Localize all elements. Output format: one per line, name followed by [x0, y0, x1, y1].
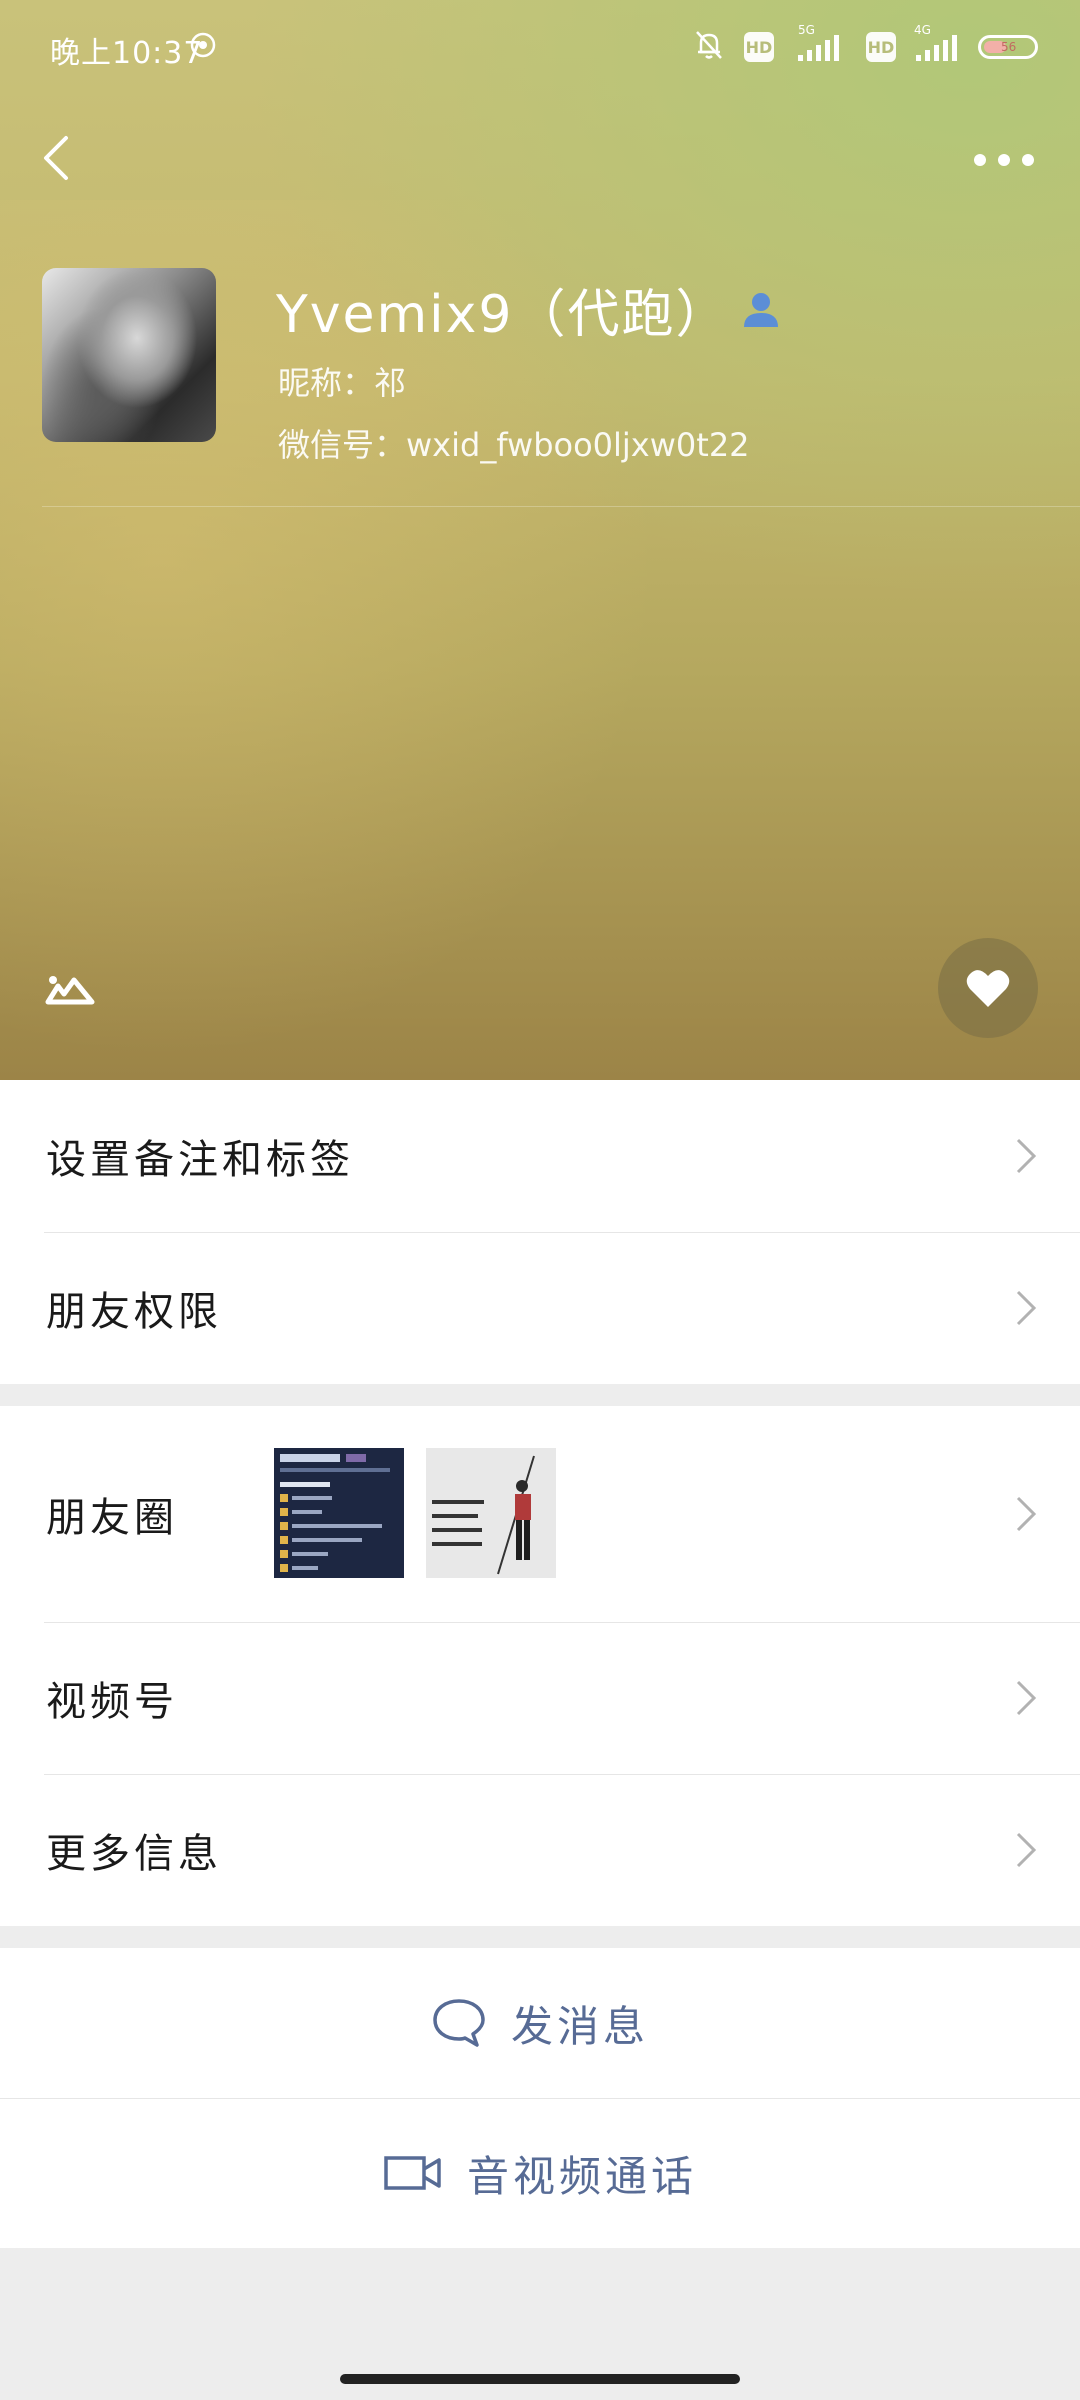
- person-icon: [743, 292, 778, 327]
- list-item-label: 朋友权限: [46, 1289, 222, 1335]
- nickname: 昵称：祁: [278, 364, 407, 402]
- status-bar: 晚上10:37 HD 5G HD 4G 56: [0, 0, 1080, 96]
- battery-icon: 56: [978, 35, 1038, 59]
- list-item-label: 朋友圈: [46, 1495, 178, 1541]
- like-button[interactable]: [938, 938, 1038, 1038]
- video-call-label: 音视频通话: [466, 2151, 697, 2201]
- chat-bubble-icon: [433, 1999, 485, 2047]
- battery-percent: 56: [1001, 40, 1017, 54]
- chevron-right-icon: [1016, 1290, 1037, 1326]
- back-button[interactable]: [30, 128, 90, 188]
- moments-thumbnail[interactable]: [274, 1448, 404, 1578]
- video-camera-icon: [384, 2156, 441, 2190]
- list-item-remark-tags[interactable]: 设置备注和标签: [0, 1080, 1080, 1232]
- avatar[interactable]: [42, 268, 216, 442]
- brand-logo-icon: [45, 976, 95, 1005]
- heart-icon: [966, 970, 1010, 1007]
- send-message-label: 发消息: [510, 2001, 649, 2051]
- status-time: 晚上10:37: [50, 36, 204, 71]
- signal-4g-icon: 4G: [914, 23, 960, 63]
- signal-5g-icon: 5G: [792, 23, 848, 63]
- profile-name-line: Yvemix9（代跑）: [276, 272, 784, 347]
- profile-info-group: 朋友圈 视频号 更多信息: [0, 1406, 1080, 1926]
- send-message-button[interactable]: 发消息: [0, 1948, 1080, 2098]
- mute-bell-icon: [692, 28, 726, 66]
- chevron-left-icon: [44, 136, 68, 180]
- chevron-right-icon: [1016, 1832, 1037, 1868]
- list-item-channels[interactable]: 视频号: [0, 1622, 1080, 1774]
- list-item-label: 视频号: [46, 1679, 178, 1725]
- moments-thumbnail[interactable]: [426, 1448, 556, 1578]
- status-icons: HD 5G HD 4G 56: [692, 23, 1038, 66]
- wechat-id: 微信号：wxid_fwboo0ljxw0t22: [278, 426, 750, 464]
- more-horizontal-icon: [974, 154, 1034, 166]
- action-group: 发消息 音视频通话: [0, 1948, 1080, 2248]
- home-indicator[interactable]: [340, 2374, 740, 2384]
- chevron-right-icon: [1016, 1138, 1037, 1174]
- chevron-right-icon: [1016, 1680, 1037, 1716]
- chevron-right-icon: [1016, 1496, 1037, 1532]
- settings-group: 设置备注和标签 朋友权限: [0, 1080, 1080, 1384]
- notification-app-icon: [188, 30, 218, 64]
- hd-badge-2: HD: [866, 32, 896, 62]
- list-item-friend-permissions[interactable]: 朋友权限: [0, 1232, 1080, 1384]
- profile-name: Yvemix9（代跑）: [276, 285, 730, 345]
- list-item-more-info[interactable]: 更多信息: [0, 1774, 1080, 1926]
- profile-header: 晚上10:37 HD 5G HD 4G 56 Yvemix9（代跑） 昵称：祁 …: [0, 0, 1080, 1080]
- header-divider: [42, 506, 1080, 507]
- hd-badge: HD: [744, 32, 774, 62]
- more-options-button[interactable]: [964, 140, 1044, 180]
- list-item-label: 设置备注和标签: [46, 1137, 354, 1183]
- video-call-button[interactable]: 音视频通话: [0, 2098, 1080, 2248]
- list-item-moments[interactable]: 朋友圈: [0, 1406, 1080, 1622]
- list-item-label: 更多信息: [46, 1831, 222, 1877]
